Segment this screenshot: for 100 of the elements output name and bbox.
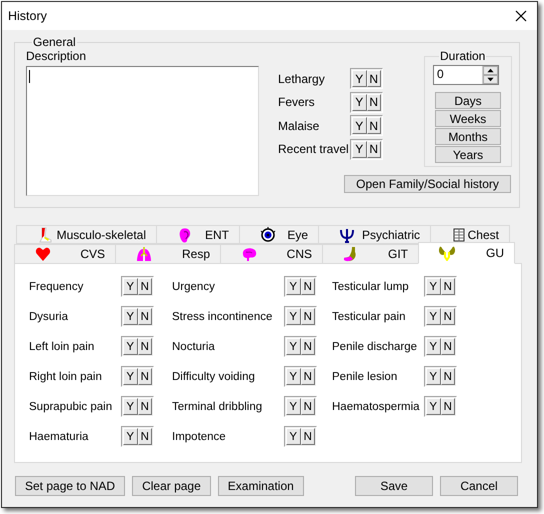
yes-button[interactable]: Y <box>286 308 300 325</box>
yes-no-toggle[interactable]: Y N <box>424 336 457 357</box>
no-button[interactable]: N <box>300 398 315 415</box>
yes-button[interactable]: Y <box>286 368 300 385</box>
no-button[interactable]: N <box>300 428 315 445</box>
yes-no-toggle[interactable]: Y N <box>284 276 317 297</box>
family-history-button[interactable]: Open Family/Social history <box>344 175 511 193</box>
no-button[interactable]: N <box>440 368 455 385</box>
no-button[interactable]: N <box>300 368 315 385</box>
symptom-label: Difficulty voiding <box>172 370 256 382</box>
yes-no-toggle[interactable]: Y N <box>350 138 383 160</box>
symptom-label: Malaise <box>278 118 320 132</box>
yes-button[interactable]: Y <box>352 94 366 110</box>
action-button[interactable]: Clear page <box>132 476 211 496</box>
no-button[interactable]: N <box>440 278 455 295</box>
yes-no-toggle[interactable]: Y N <box>350 68 383 89</box>
yes-no-toggle[interactable]: Y N <box>121 396 154 417</box>
yes-button[interactable]: Y <box>426 278 440 295</box>
yes-no-toggle[interactable]: Y N <box>424 306 457 327</box>
no-button[interactable]: N <box>138 398 152 415</box>
symptom-label: Testicular pain <box>332 310 407 322</box>
unit-button[interactable]: Years <box>435 146 501 163</box>
action-button[interactable]: Examination <box>218 476 304 496</box>
yes-button[interactable]: Y <box>352 140 366 158</box>
close-icon[interactable] <box>515 10 527 22</box>
unit-button[interactable]: Days <box>435 92 501 109</box>
unit-button[interactable]: Weeks <box>435 110 501 127</box>
yes-button[interactable]: Y <box>123 338 138 355</box>
yes-button[interactable]: Y <box>123 428 138 445</box>
yes-no-toggle[interactable]: Y N <box>350 92 383 112</box>
tab[interactable]: CVS <box>14 244 116 264</box>
ear-icon <box>177 226 193 242</box>
yes-no-toggle[interactable]: Y N <box>284 366 317 387</box>
no-button[interactable]: N <box>440 338 455 355</box>
yes-button[interactable]: Y <box>426 338 440 355</box>
description-field[interactable] <box>26 66 259 196</box>
yes-button[interactable]: Y <box>286 398 300 415</box>
yes-no-toggle[interactable]: Y N <box>284 336 317 357</box>
symptom-label: Haematospermia <box>332 400 421 412</box>
yes-no-toggle[interactable]: Y N <box>121 426 154 447</box>
no-button[interactable]: N <box>138 428 152 445</box>
yes-button[interactable]: Y <box>123 398 138 415</box>
tab[interactable]: Resp <box>115 244 221 264</box>
yes-no-toggle[interactable]: Y N <box>121 306 154 327</box>
tab[interactable]: GU <box>418 242 515 264</box>
action-button[interactable]: Set page to NAD <box>15 476 126 496</box>
no-button[interactable]: N <box>440 308 455 325</box>
yes-button[interactable]: Y <box>123 278 138 295</box>
no-button[interactable]: N <box>300 278 315 295</box>
action-button[interactable]: Cancel <box>440 476 518 496</box>
yes-no-toggle[interactable]: Y N <box>424 366 457 387</box>
yes-no-toggle[interactable]: Y N <box>121 336 154 357</box>
symptom-label: Recent travel <box>278 142 350 156</box>
tab[interactable]: ENT <box>156 225 240 244</box>
yes-no-toggle[interactable]: Y N <box>424 276 457 297</box>
yes-button[interactable]: Y <box>426 308 440 325</box>
symptom-label: Dysuria <box>29 310 69 322</box>
no-button[interactable]: N <box>138 368 152 385</box>
unit-button[interactable]: Months <box>435 128 501 145</box>
yes-button[interactable]: Y <box>286 428 300 445</box>
yes-button[interactable]: Y <box>426 398 440 415</box>
no-button[interactable]: N <box>300 338 315 355</box>
tab[interactable]: GIT <box>322 244 419 264</box>
group-title: Duration <box>439 50 486 62</box>
no-button[interactable]: N <box>138 278 152 295</box>
yes-no-toggle[interactable]: Y N <box>350 115 383 136</box>
symptom-label: Testicular lump <box>332 280 410 292</box>
no-button[interactable]: N <box>366 70 381 87</box>
yes-no-toggle[interactable]: Y N <box>121 366 154 387</box>
tab[interactable]: CNS <box>220 244 323 264</box>
yes-button[interactable]: Y <box>286 278 300 295</box>
yes-no-toggle[interactable]: Y N <box>121 276 154 297</box>
yes-button[interactable]: Y <box>426 368 440 385</box>
no-button[interactable]: N <box>440 398 455 415</box>
yes-button[interactable]: Y <box>352 70 366 87</box>
yes-no-toggle[interactable]: Y N <box>424 396 457 417</box>
action-button[interactable]: Save <box>355 476 433 496</box>
no-button[interactable]: N <box>366 94 381 110</box>
spin-up-icon[interactable] <box>483 66 498 75</box>
yes-button[interactable]: Y <box>123 308 138 325</box>
yes-no-toggle[interactable]: Y N <box>284 396 317 417</box>
no-button[interactable]: N <box>138 338 152 355</box>
no-button[interactable]: N <box>366 117 381 134</box>
ribcage-icon <box>451 226 467 242</box>
brain-icon <box>241 246 257 262</box>
tab[interactable]: Psychiatric <box>318 225 431 244</box>
tab[interactable]: Eye <box>239 225 319 244</box>
duration-field[interactable]: 0 <box>433 65 499 85</box>
yes-button[interactable]: Y <box>352 117 366 134</box>
spin-down-icon[interactable] <box>483 75 498 84</box>
symptom-label: Nocturia <box>172 340 216 352</box>
no-button[interactable]: N <box>366 140 381 158</box>
no-button[interactable]: N <box>300 308 315 325</box>
yes-button[interactable]: Y <box>123 368 138 385</box>
yes-no-toggle[interactable]: Y N <box>284 306 317 327</box>
no-button[interactable]: N <box>138 308 152 325</box>
symptom-label: Impotence <box>172 430 227 442</box>
yes-button[interactable]: Y <box>286 338 300 355</box>
tab[interactable]: Musculo-skeletal <box>16 225 157 244</box>
yes-no-toggle[interactable]: Y N <box>284 426 317 447</box>
